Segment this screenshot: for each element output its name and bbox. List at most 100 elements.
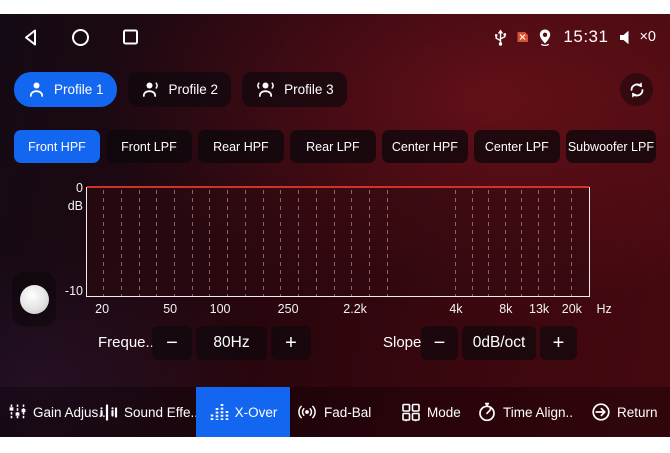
volume-muted-icon	[618, 29, 634, 46]
tab-label: Rear HPF	[213, 140, 269, 154]
x-tick-label: 4k	[449, 302, 462, 316]
gridline	[472, 190, 473, 296]
x-tick-label: 13k	[529, 302, 549, 316]
gridline	[505, 190, 506, 296]
nav-mode[interactable]: Mode	[401, 387, 461, 437]
crossover-knob[interactable]	[12, 272, 56, 326]
volume-level: ×0	[639, 29, 656, 45]
crossover-bars-icon	[209, 403, 229, 421]
frequency-minus-button[interactable]: −	[152, 326, 192, 360]
gridline	[174, 190, 175, 296]
frequency-response-plot	[86, 187, 590, 297]
x-tick-label: 250	[278, 302, 299, 316]
gridline	[387, 190, 388, 296]
gridline	[227, 190, 228, 296]
nav-label: Return	[617, 405, 658, 420]
person-voice-icon	[141, 80, 161, 99]
gridline	[554, 190, 555, 296]
nav-label: Time Align..	[503, 405, 573, 420]
nav-sound-effects[interactable]: Sound Effe..	[99, 387, 198, 437]
nav-return[interactable]: Return	[591, 387, 658, 437]
tab-label: Center LPF	[485, 140, 549, 154]
gridline	[139, 190, 140, 296]
gridline	[334, 190, 335, 296]
gridline	[192, 190, 193, 296]
tab-front-hpf[interactable]: Front HPF	[14, 130, 100, 163]
status-tray: 15:31 ×0	[493, 22, 656, 52]
nav-fad-bal[interactable]: Fad-Bal	[296, 387, 371, 437]
location-icon	[537, 28, 553, 47]
profile-3-button[interactable]: Profile 3	[242, 72, 347, 107]
frequency-value: 80Hz	[196, 326, 267, 360]
tab-center-hpf[interactable]: Center HPF	[382, 130, 468, 163]
gridline	[245, 190, 246, 296]
gridline	[263, 190, 264, 296]
back-icon	[21, 27, 40, 48]
fader-balance-icon	[296, 403, 318, 421]
gridline	[103, 190, 104, 296]
y-axis-unit-label: dB	[40, 199, 83, 213]
tab-rear-lpf[interactable]: Rear LPF	[290, 130, 376, 163]
profile-bar: Profile 1 Profile 2 Profile 3	[14, 72, 347, 107]
tab-label: Front LPF	[121, 140, 177, 154]
slope-label: Slope	[383, 326, 421, 360]
x-tick-label: 2.2k	[343, 302, 367, 316]
person-icon	[27, 80, 46, 99]
tab-center-lpf[interactable]: Center LPF	[474, 130, 560, 163]
filter-tabs: Front HPF Front LPF Rear HPF Rear LPF Ce…	[14, 130, 656, 163]
nav-gain-adjust[interactable]: Gain Adjus..	[8, 387, 106, 437]
nav-label: Sound Effe..	[124, 405, 198, 420]
home-icon	[70, 27, 91, 48]
sound-effect-equalizer-icon	[99, 404, 118, 421]
nav-label: Fad-Bal	[324, 405, 371, 420]
nav-label: X-Over	[235, 405, 278, 420]
gridline	[571, 190, 572, 296]
reset-button[interactable]	[620, 73, 653, 106]
gridline	[369, 190, 370, 296]
profile-2-button[interactable]: Profile 2	[128, 72, 232, 107]
refresh-icon	[627, 80, 647, 100]
x-tick-label: 50	[163, 302, 177, 316]
profile-label: Profile 1	[54, 82, 104, 97]
plot-gridlines	[87, 187, 589, 296]
slope-plus-button[interactable]: +	[540, 326, 577, 360]
profile-label: Profile 2	[169, 82, 219, 97]
tab-label: Subwoofer LPF	[568, 140, 654, 154]
recents-button[interactable]	[118, 25, 142, 49]
gridline	[298, 190, 299, 296]
slope-minus-button[interactable]: −	[421, 326, 458, 360]
top-white-strip	[0, 0, 670, 14]
frequency-plus-button[interactable]: +	[271, 326, 311, 360]
gridline	[156, 190, 157, 296]
home-button[interactable]	[68, 25, 92, 49]
back-button[interactable]	[18, 25, 42, 49]
nav-time-alignment[interactable]: Time Align..	[477, 387, 573, 437]
sd-card-icon	[516, 31, 529, 43]
frequency-label: Freque..	[98, 326, 154, 360]
tab-rear-hpf[interactable]: Rear HPF	[198, 130, 284, 163]
x-tick-label: 20	[95, 302, 109, 316]
tab-subwoofer-lpf[interactable]: Subwoofer LPF	[566, 130, 656, 163]
bottom-nav: Gain Adjus.. Sound Effe..	[0, 387, 670, 437]
slope-value: 0dB/oct	[462, 326, 536, 360]
gridline	[351, 190, 352, 296]
tab-label: Center HPF	[392, 140, 458, 154]
profile-1-button[interactable]: Profile 1	[14, 72, 117, 107]
usb-icon	[493, 28, 508, 47]
knob-circle-icon	[20, 285, 49, 314]
mode-grid-icon	[401, 403, 421, 422]
clock: 15:31	[561, 27, 610, 47]
return-arrow-icon	[591, 402, 611, 422]
tab-label: Front HPF	[28, 140, 86, 154]
gridline	[488, 190, 489, 296]
gain-sliders-icon	[8, 403, 27, 421]
x-axis-labels: 20501002502.2k4k8k13k20kHz	[86, 302, 590, 318]
gridline	[455, 190, 456, 296]
gridline	[209, 190, 210, 296]
gridline	[280, 190, 281, 296]
bottom-white-strip	[0, 437, 670, 453]
tab-front-lpf[interactable]: Front LPF	[106, 130, 192, 163]
nav-x-over[interactable]: X-Over	[196, 387, 290, 437]
x-tick-label: Hz	[596, 302, 611, 316]
person-broadcast-icon	[255, 80, 276, 99]
